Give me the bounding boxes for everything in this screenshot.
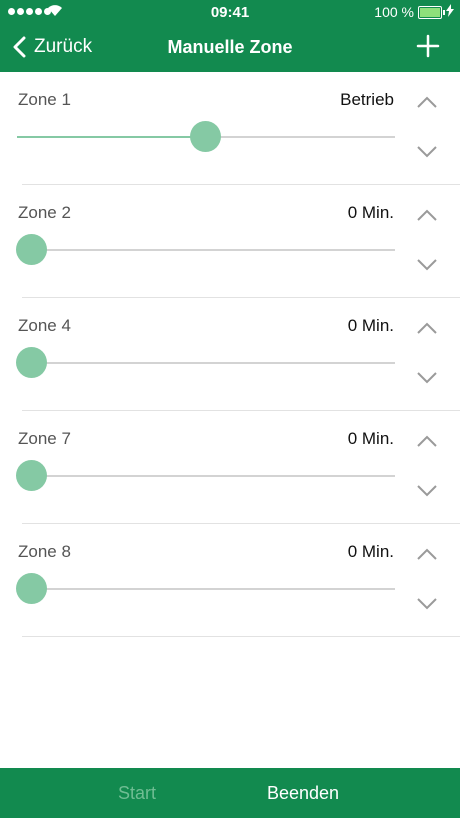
chevron-up-icon[interactable] (416, 321, 438, 335)
status-bar: 09:41 100 % (0, 0, 460, 24)
zone-name: Zone 8 (18, 542, 71, 561)
zone-slider[interactable] (16, 234, 395, 265)
chevron-down-icon[interactable] (416, 597, 438, 611)
zone-duration: 0 Min. (347, 316, 394, 335)
battery-percent: 100 % (374, 4, 414, 20)
zone-duration: 0 Min. (347, 203, 394, 222)
zone-name: Zone 4 (18, 316, 71, 335)
zone-row: Zone 4 0 Min. (0, 298, 460, 411)
charging-icon (446, 4, 454, 17)
start-button[interactable]: Start (118, 783, 156, 804)
zone-slider[interactable] (16, 460, 395, 491)
zone-row: Zone 7 0 Min. (0, 411, 460, 524)
zone-row: Zone 1 Betrieb (0, 72, 460, 185)
page-title: Manuelle Zone (167, 37, 293, 57)
zone-duration: Betrieb (340, 90, 394, 109)
zone-name: Zone 1 (18, 90, 71, 109)
zone-name: Zone 2 (18, 203, 71, 222)
chevron-down-icon[interactable] (416, 258, 438, 272)
chevron-up-icon[interactable] (416, 208, 438, 222)
chevron-up-icon[interactable] (416, 547, 438, 561)
zone-row: Zone 2 0 Min. (0, 185, 460, 298)
navigation-bar: Zurück Manuelle Zone (0, 24, 460, 72)
zone-slider[interactable] (16, 347, 395, 378)
slider-thumb[interactable] (190, 121, 221, 152)
chevron-up-icon[interactable] (416, 95, 438, 109)
zone-name: Zone 7 (18, 429, 71, 448)
zone-duration: 0 Min. (347, 542, 394, 561)
top-bar: 09:41 100 % Zurück Manuelle Zone (0, 0, 460, 72)
chevron-down-icon[interactable] (416, 484, 438, 498)
slider-thumb[interactable] (16, 234, 47, 265)
zone-list: Zone 1 Betrieb Zone 2 0 Min. Zone 4 0 Mi… (0, 72, 460, 637)
battery-icon (418, 6, 445, 19)
zone-slider[interactable] (16, 573, 395, 604)
chevron-down-icon[interactable] (416, 371, 438, 385)
bottom-toolbar: Start Beenden (0, 768, 460, 818)
slider-thumb[interactable] (16, 460, 47, 491)
zone-slider[interactable] (17, 121, 395, 152)
slider-thumb[interactable] (16, 573, 47, 604)
slider-thumb[interactable] (16, 347, 47, 378)
stop-button[interactable]: Beenden (267, 783, 339, 804)
chevron-down-icon[interactable] (416, 145, 438, 159)
zone-duration: 0 Min. (347, 429, 394, 448)
chevron-up-icon[interactable] (416, 434, 438, 448)
slider-fill (17, 136, 206, 138)
plus-icon[interactable] (416, 34, 440, 58)
zone-row: Zone 8 0 Min. (0, 524, 460, 637)
